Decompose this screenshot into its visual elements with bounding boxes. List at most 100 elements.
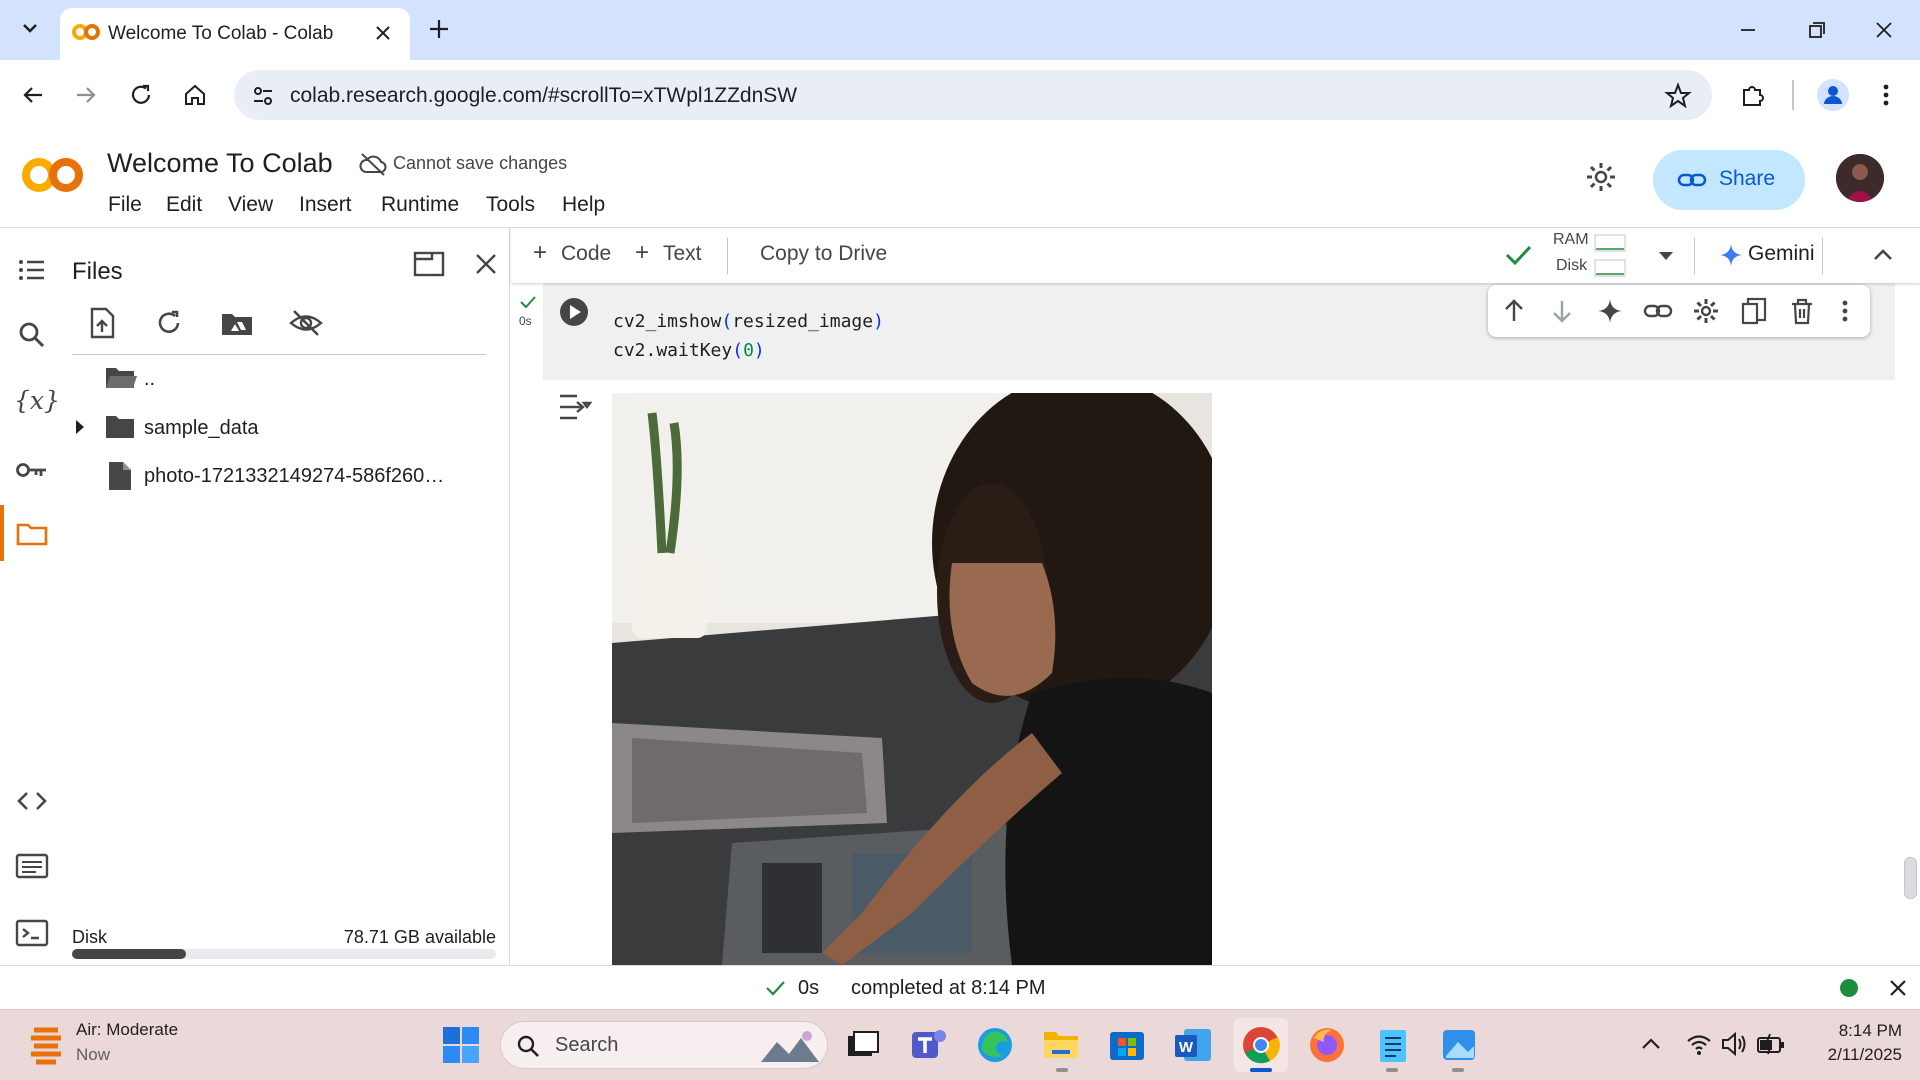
output-actions-icon[interactable] xyxy=(557,390,593,424)
run-cell-button[interactable] xyxy=(558,296,590,328)
secrets-key-icon[interactable] xyxy=(14,452,50,488)
runtime-dropdown-icon[interactable] xyxy=(1655,246,1677,266)
command-palette-icon[interactable] xyxy=(14,848,50,884)
weather-title[interactable]: Air: Moderate xyxy=(76,1020,178,1040)
task-view-icon[interactable] xyxy=(842,1024,884,1066)
menu-runtime[interactable]: Runtime xyxy=(381,193,459,217)
back-icon[interactable] xyxy=(18,80,48,110)
hide-files-icon[interactable] xyxy=(288,306,324,340)
cloud-off-icon xyxy=(358,151,388,177)
save-status[interactable]: Cannot save changes xyxy=(393,153,567,174)
status-check-icon xyxy=(764,978,786,998)
forward-icon[interactable] xyxy=(71,80,101,110)
status-exec-time: 0s xyxy=(798,977,820,999)
table-of-contents-icon[interactable] xyxy=(14,252,50,288)
weather-icon[interactable] xyxy=(28,1022,64,1066)
notebook-scrollbar-thumb[interactable] xyxy=(1904,857,1917,899)
mount-drive-icon[interactable] xyxy=(220,306,254,340)
menu-view[interactable]: View xyxy=(228,193,273,217)
variables-icon[interactable]: {x} xyxy=(14,383,60,419)
code-line-2[interactable]: cv2.waitKey(0) xyxy=(613,340,765,361)
cell-settings-icon[interactable] xyxy=(1691,296,1721,326)
microsoft-store-icon[interactable] xyxy=(1106,1024,1148,1066)
extensions-icon[interactable] xyxy=(1738,80,1768,110)
close-status-icon[interactable] xyxy=(1886,976,1910,1000)
colab-logo[interactable] xyxy=(20,152,86,198)
collapse-header-icon[interactable] xyxy=(1869,242,1897,268)
wifi-icon[interactable] xyxy=(1685,1030,1713,1058)
cell-link-icon[interactable] xyxy=(1643,296,1673,326)
menu-edit[interactable]: Edit xyxy=(166,193,202,217)
open-in-tab-icon[interactable] xyxy=(412,248,446,280)
notebook-title[interactable]: Welcome To Colab xyxy=(107,148,333,179)
profile-avatar-icon[interactable] xyxy=(1816,78,1850,112)
firefox-icon[interactable] xyxy=(1306,1024,1348,1066)
settings-gear-icon[interactable] xyxy=(1584,160,1618,194)
minimize-button[interactable] xyxy=(1728,10,1768,50)
gemini-button[interactable]: Gemini xyxy=(1748,242,1815,266)
delete-cell-icon[interactable] xyxy=(1787,296,1817,326)
clock-date[interactable]: 2/11/2025 xyxy=(1806,1045,1902,1065)
add-text-button[interactable]: Text xyxy=(663,242,702,266)
expand-arrow-icon[interactable] xyxy=(72,416,88,438)
windows-taskbar xyxy=(0,1009,1920,1080)
search-icon[interactable] xyxy=(14,317,50,353)
bookmark-star-icon[interactable] xyxy=(1664,82,1692,110)
chrome-icon[interactable] xyxy=(1240,1024,1282,1066)
home-icon[interactable] xyxy=(180,80,210,110)
add-code-button[interactable]: Code xyxy=(561,242,611,266)
menu-help[interactable]: Help xyxy=(562,193,605,217)
browser-tab[interactable]: Welcome To Colab - Colab xyxy=(60,8,410,60)
close-panel-icon[interactable] xyxy=(470,248,502,280)
files-panel-title: Files xyxy=(72,258,123,285)
reload-icon[interactable] xyxy=(126,80,156,110)
windows-start-icon[interactable] xyxy=(442,1026,480,1064)
add-code-plus-icon: + xyxy=(533,239,548,266)
restore-button[interactable] xyxy=(1796,10,1836,50)
notepad-open-indicator xyxy=(1386,1068,1398,1072)
edge-icon[interactable] xyxy=(974,1024,1016,1066)
url-text: colab.research.google.com/#scrollTo=xTWp… xyxy=(290,84,798,107)
code-line-1[interactable]: cv2_imshow(resized_image) xyxy=(613,311,884,332)
parent-dir-item[interactable]: .. xyxy=(144,368,155,391)
menu-insert[interactable]: Insert xyxy=(299,193,352,217)
file-explorer-icon[interactable] xyxy=(1040,1024,1082,1066)
close-window-button[interactable] xyxy=(1864,10,1904,50)
files-folder-icon[interactable] xyxy=(14,516,50,552)
user-avatar[interactable] xyxy=(1836,154,1884,202)
share-button[interactable]: Share xyxy=(1653,150,1805,210)
menu-file[interactable]: File xyxy=(108,193,142,217)
gemini-cell-icon[interactable] xyxy=(1595,296,1625,326)
notepad-icon[interactable] xyxy=(1372,1024,1414,1066)
move-cell-up-icon[interactable] xyxy=(1499,296,1529,326)
address-bar[interactable]: colab.research.google.com/#scrollTo=xTWp… xyxy=(234,70,1712,120)
upload-file-icon[interactable] xyxy=(86,306,118,340)
move-cell-down-icon[interactable] xyxy=(1547,296,1577,326)
disk-usage-fill xyxy=(72,949,187,959)
taskbar-search-box[interactable]: Search xyxy=(500,1021,828,1069)
tab-close-icon[interactable] xyxy=(372,22,394,44)
resource-graph[interactable] xyxy=(1594,234,1626,278)
clock-time[interactable]: 8:14 PM xyxy=(1806,1021,1902,1041)
mirror-cell-icon[interactable] xyxy=(1739,296,1769,326)
photos-icon[interactable] xyxy=(1438,1024,1480,1066)
file-icon xyxy=(106,460,134,492)
battery-icon[interactable] xyxy=(1756,1030,1786,1058)
menu-tools[interactable]: Tools xyxy=(486,193,535,217)
browser-menu-icon[interactable] xyxy=(1874,80,1898,110)
word-icon[interactable]: W xyxy=(1172,1024,1214,1066)
cell-more-icon[interactable] xyxy=(1835,296,1855,326)
copy-to-drive-button[interactable]: Copy to Drive xyxy=(760,242,887,266)
site-info-icon[interactable] xyxy=(250,83,276,109)
new-tab-button[interactable] xyxy=(424,14,454,44)
refresh-icon[interactable] xyxy=(153,306,185,340)
show-hidden-icons-chevron[interactable] xyxy=(1638,1032,1664,1056)
tab-search-button[interactable] xyxy=(14,12,46,44)
volume-icon[interactable] xyxy=(1720,1030,1750,1058)
folder-sample-data[interactable]: sample_data xyxy=(144,417,259,440)
teams-icon[interactable] xyxy=(908,1024,950,1066)
terminal-icon[interactable] xyxy=(14,915,50,951)
file-photo[interactable]: photo-1721332149274-586f260… xyxy=(144,465,444,488)
code-snippets-icon[interactable] xyxy=(14,783,50,819)
output-image xyxy=(612,393,1212,965)
